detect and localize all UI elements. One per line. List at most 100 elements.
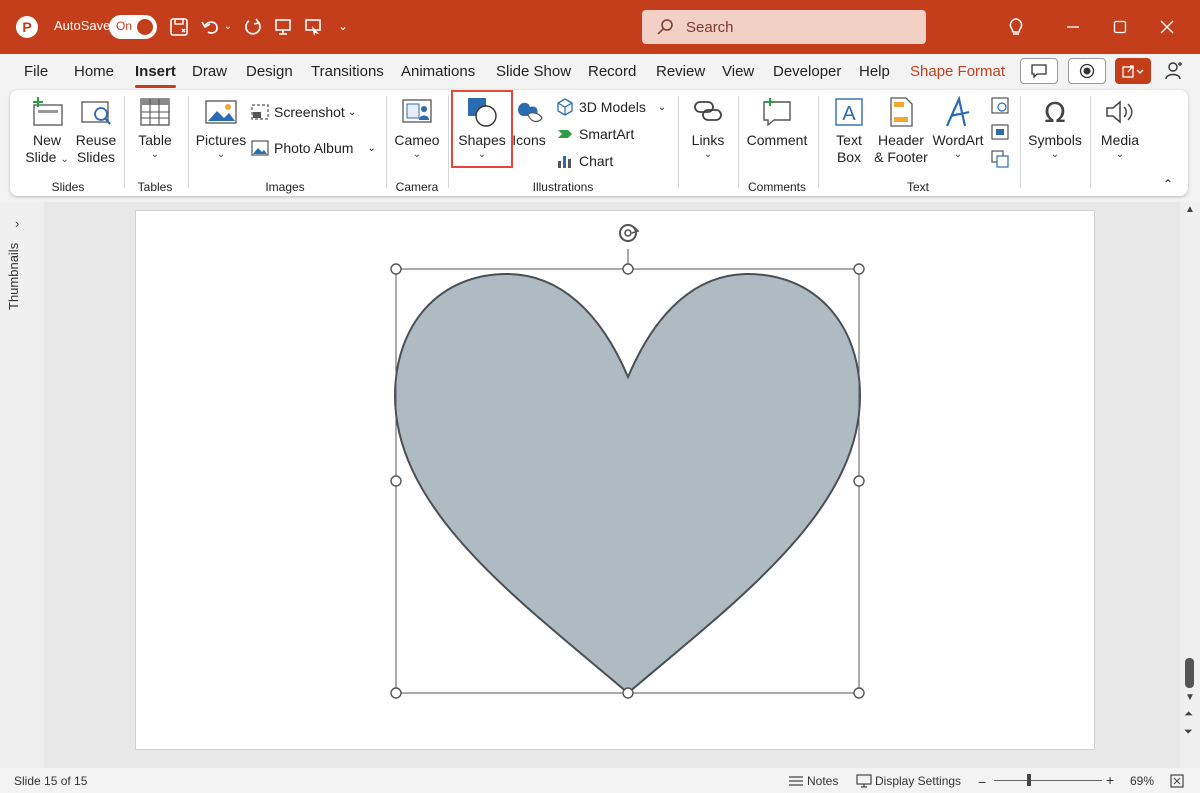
chevron-down-icon: ⌄ bbox=[60, 154, 69, 165]
pictures-icon bbox=[205, 100, 237, 124]
tab-help[interactable]: Help bbox=[859, 63, 890, 80]
chart-button[interactable]: Chart bbox=[556, 153, 613, 169]
table-button[interactable]: Table ⌄ bbox=[132, 96, 178, 161]
save-icon[interactable] bbox=[166, 14, 192, 40]
powerpoint-logo-icon: P bbox=[14, 14, 40, 40]
coauthor-icon[interactable] bbox=[1162, 58, 1186, 84]
tab-review[interactable]: Review bbox=[656, 63, 705, 80]
zoom-level[interactable]: 69% bbox=[1130, 774, 1154, 788]
tab-developer[interactable]: Developer bbox=[773, 63, 841, 80]
speaker-icon bbox=[1106, 100, 1133, 124]
share-icon bbox=[1122, 65, 1144, 78]
comments-pane-button[interactable] bbox=[1020, 58, 1058, 84]
zoom-in-button[interactable]: + bbox=[1106, 772, 1114, 788]
3d-models-button[interactable]: 3D Models ⌄ bbox=[556, 98, 666, 116]
share-button[interactable] bbox=[1115, 58, 1151, 84]
tab-home[interactable]: Home bbox=[74, 63, 114, 80]
vertical-scrollbar[interactable]: ▲ ▼ ⏶ ⏷ bbox=[1180, 202, 1200, 768]
next-slide-icon[interactable]: ⏷ bbox=[1184, 726, 1193, 739]
close-icon[interactable] bbox=[1152, 14, 1182, 40]
tab-design[interactable]: Design bbox=[246, 63, 293, 80]
media-label: Media bbox=[1100, 132, 1140, 148]
group-label-slides: Slides bbox=[51, 180, 85, 194]
symbols-button[interactable]: Ω Symbols ⌄ bbox=[1026, 96, 1084, 161]
present-from-start-icon[interactable] bbox=[270, 14, 296, 40]
chevron-down-icon: ⌄ bbox=[953, 149, 963, 160]
comment-button[interactable]: Comment bbox=[744, 96, 810, 149]
slide-canvas[interactable] bbox=[135, 210, 1095, 750]
text-box-icon: A bbox=[835, 98, 863, 126]
tab-view[interactable]: View bbox=[722, 63, 754, 80]
zoom-slider-track[interactable] bbox=[994, 780, 1102, 781]
undo-dropdown-icon[interactable]: ⌄ bbox=[223, 20, 233, 32]
cameo-button[interactable]: Cameo ⌄ bbox=[392, 96, 442, 161]
autosave-toggle[interactable]: On bbox=[109, 15, 157, 39]
date-time-button[interactable] bbox=[990, 96, 1010, 118]
media-button[interactable]: Media ⌄ bbox=[1096, 96, 1144, 161]
header-footer-label-1: Header bbox=[878, 132, 924, 148]
fit-to-window-icon[interactable] bbox=[1170, 774, 1184, 788]
resize-handle bbox=[390, 475, 402, 487]
slide-number-button[interactable] bbox=[990, 124, 1010, 144]
lightbulb-icon[interactable] bbox=[1001, 14, 1031, 40]
new-slide-label-2: Slide bbox=[25, 149, 57, 165]
undo-icon[interactable] bbox=[198, 14, 224, 40]
tab-animations[interactable]: Animations bbox=[401, 63, 475, 80]
autosave-label: AutoSave bbox=[54, 18, 111, 33]
tab-slide-show[interactable]: Slide Show bbox=[496, 63, 571, 80]
tab-file[interactable]: File bbox=[24, 63, 48, 80]
tab-record[interactable]: Record bbox=[588, 63, 636, 80]
thumbnails-pane[interactable]: › Thumbnails bbox=[0, 202, 44, 768]
svg-text:A: A bbox=[842, 103, 856, 125]
present-from-current-icon[interactable] bbox=[300, 14, 326, 40]
shapes-label: Shapes bbox=[458, 132, 506, 148]
rotation-handle bbox=[619, 224, 640, 242]
screenshot-icon bbox=[251, 104, 269, 120]
tab-shape-format[interactable]: Shape Format bbox=[910, 63, 1005, 80]
wordart-button[interactable]: WordArt ⌄ bbox=[930, 95, 986, 161]
tab-transitions[interactable]: Transitions bbox=[311, 63, 384, 80]
icons-button[interactable]: Icons bbox=[510, 96, 548, 149]
group-label-tables: Tables bbox=[137, 180, 173, 194]
group-label-images: Images bbox=[265, 180, 305, 194]
scroll-thumb[interactable] bbox=[1185, 658, 1194, 688]
expand-thumbnails-icon[interactable]: › bbox=[15, 216, 19, 231]
object-button[interactable] bbox=[990, 150, 1010, 172]
chevron-down-icon: ⌄ bbox=[1115, 149, 1125, 160]
header-footer-label-2: & Footer bbox=[874, 149, 928, 165]
photo-album-button[interactable]: Photo Album ⌄ bbox=[251, 140, 376, 156]
reuse-slides-button[interactable]: Reuse Slides bbox=[72, 96, 120, 166]
pictures-button[interactable]: Pictures ⌄ bbox=[194, 96, 248, 161]
redo-icon[interactable] bbox=[240, 14, 266, 40]
display-settings-button[interactable]: Display Settings bbox=[856, 774, 961, 788]
zoom-slider-thumb[interactable] bbox=[1027, 774, 1031, 786]
new-slide-button[interactable]: New Slide ⌄ bbox=[22, 96, 72, 166]
shapes-button[interactable]: Shapes ⌄ bbox=[454, 96, 510, 161]
scroll-down-icon[interactable]: ▼ bbox=[1185, 692, 1195, 703]
zoom-out-button[interactable]: − bbox=[978, 774, 986, 790]
chart-label: Chart bbox=[579, 153, 614, 169]
omega-icon: Ω bbox=[1044, 96, 1065, 129]
group-separator bbox=[1090, 96, 1091, 188]
resize-handle bbox=[622, 687, 634, 699]
maximize-icon[interactable] bbox=[1105, 14, 1135, 40]
screenshot-button[interactable]: Screenshot ⌄ bbox=[251, 104, 356, 120]
links-button[interactable]: Links ⌄ bbox=[686, 96, 730, 161]
icons-label: Icons bbox=[512, 132, 546, 148]
search-box[interactable]: Search bbox=[642, 10, 926, 44]
minimize-icon[interactable] bbox=[1058, 14, 1088, 40]
tab-draw[interactable]: Draw bbox=[192, 63, 227, 80]
text-box-button[interactable]: A Text Box bbox=[826, 96, 872, 166]
tab-insert[interactable]: Insert bbox=[135, 63, 176, 88]
record-button[interactable] bbox=[1068, 58, 1106, 84]
smartart-button[interactable]: SmartArt bbox=[556, 126, 634, 142]
display-settings-icon bbox=[856, 774, 872, 788]
scroll-up-icon[interactable]: ▲ bbox=[1185, 204, 1195, 215]
customize-qat-icon[interactable]: ⌄ bbox=[336, 18, 350, 34]
reuse-slides-icon bbox=[81, 101, 111, 125]
header-footer-button[interactable]: Header & Footer bbox=[872, 96, 930, 166]
previous-slide-icon[interactable]: ⏶ bbox=[1184, 708, 1193, 721]
notes-button[interactable]: Notes bbox=[788, 774, 838, 788]
collapse-ribbon-icon[interactable]: ⌃ bbox=[1160, 176, 1176, 193]
ribbon-insert-panel: New Slide ⌄ Reuse Slides Slides Table ⌄ … bbox=[10, 90, 1188, 196]
